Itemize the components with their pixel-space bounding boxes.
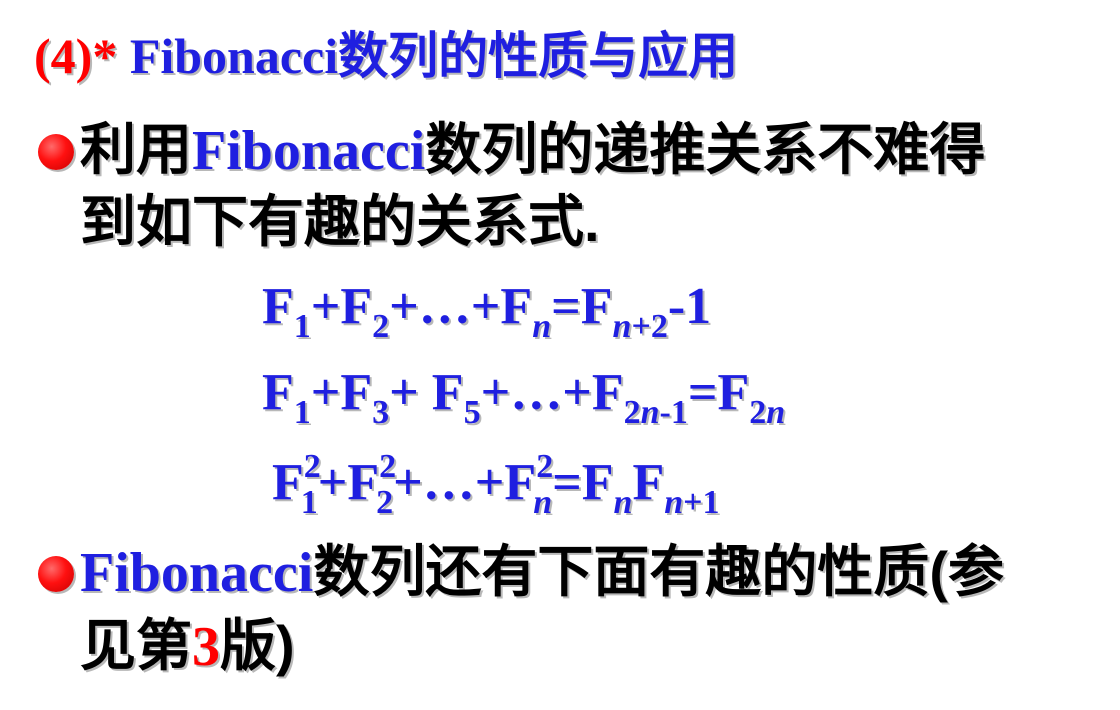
title-number: (4) — [34, 28, 93, 84]
bullet-2-edition-number: 3 — [192, 616, 220, 678]
bullet-1-line-2: 到如下有趣的关系式. — [80, 190, 600, 253]
bullet-2-dot — [38, 556, 74, 592]
bullet-2-line-2: 见第3版) — [80, 608, 295, 685]
bullet-2-line-1: Fibonacci数列还有下面有趣的性质(参 — [80, 534, 1004, 611]
formula-2: F1+F3+ F5+…+F2n-1=F2n — [262, 364, 786, 431]
bullet-1-line-1: 利用Fibonacci数列的递推关系不难得 — [80, 112, 985, 189]
bullet-2-line-2-b: 版) — [220, 614, 295, 677]
formula-3: F21+F22+…+F2n=FnFn+1 — [272, 448, 720, 521]
bullet-2-rest: 数列还有下面有趣的性质(参 — [313, 540, 1004, 603]
formula-1: F1+F2+…+Fn=Fn+2-1 — [262, 278, 712, 345]
bullet-1-prefix: 利用 — [80, 118, 192, 181]
bullet-2-name: Fibonacci — [80, 542, 314, 604]
slide-title: (4)* Fibonacci数列的性质与应用 — [34, 18, 738, 94]
title-star: * — [92, 28, 118, 84]
bullet-2-line-2-a: 见第 — [80, 614, 192, 677]
title-name: Fibonacci — [129, 28, 339, 84]
bullet-1-dot — [38, 134, 74, 170]
bullet-1-name: Fibonacci — [192, 120, 426, 182]
title-text: 数列的性质与应用 — [338, 28, 739, 84]
bullet-1-rest: 数列的递推关系不难得 — [425, 118, 986, 181]
